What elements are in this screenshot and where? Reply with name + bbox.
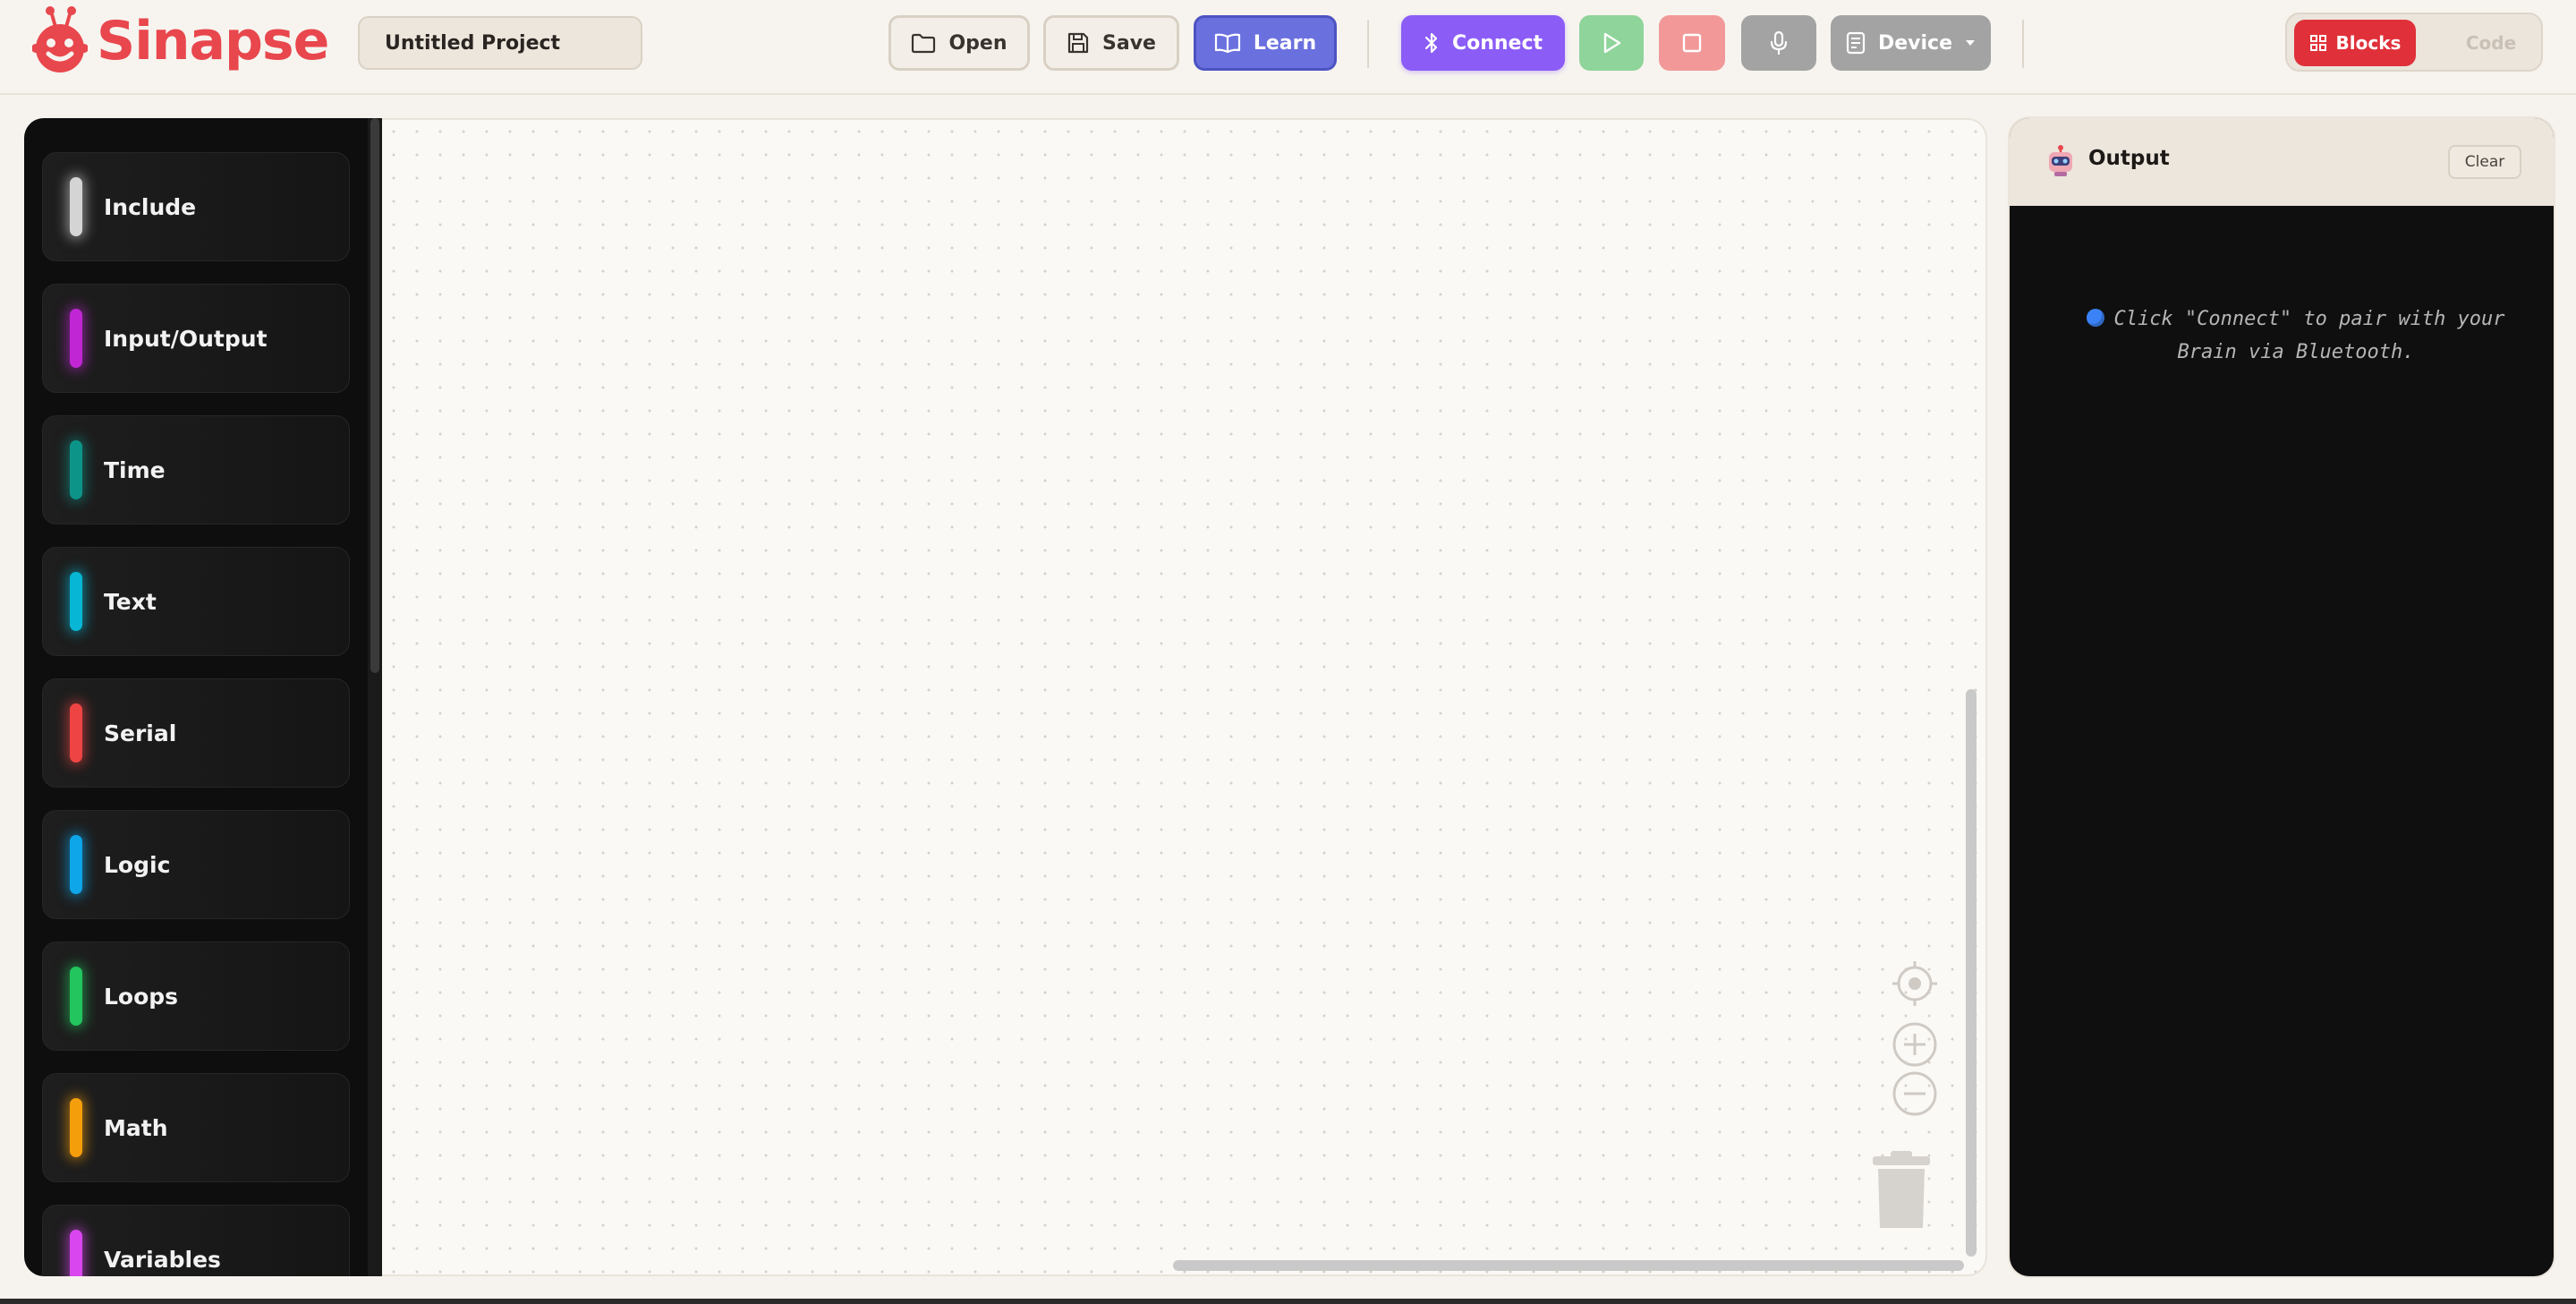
category-color-bar <box>70 703 82 763</box>
book-open-icon <box>1214 33 1240 54</box>
code-mode-button[interactable]: Code <box>2448 20 2534 66</box>
output-panel: Output Clear Click "Connect" to pair wit… <box>2010 118 2554 1276</box>
category-label: Input/Output <box>104 325 268 352</box>
status-dot-icon <box>2087 309 2105 327</box>
window-bottom-edge <box>0 1299 2576 1304</box>
blocks-mode-button[interactable]: Blocks <box>2294 20 2416 66</box>
brain-logo-icon <box>32 6 88 72</box>
category-color-bar <box>70 177 82 236</box>
project-name-input[interactable] <box>358 16 642 70</box>
toolbox-category-variables[interactable]: Variables <box>42 1205 350 1276</box>
recenter-icon[interactable] <box>1891 959 1939 1008</box>
save-label: Save <box>1102 31 1156 55</box>
category-color-bar <box>70 967 82 1026</box>
toolbox-scrollbar[interactable] <box>368 118 382 1276</box>
toolbox-category-text[interactable]: Text <box>42 547 350 656</box>
run-button[interactable] <box>1579 15 1644 71</box>
category-label: Include <box>104 193 197 220</box>
toolbox-scrollbar-thumb[interactable] <box>370 118 379 673</box>
bluetooth-icon <box>1424 32 1438 54</box>
category-color-bar <box>70 1230 82 1276</box>
category-color-bar <box>70 835 82 894</box>
category-label: Serial <box>104 720 177 746</box>
category-label: Logic <box>104 851 171 878</box>
device-label: Device <box>1877 31 1953 55</box>
logo: Sinapse <box>32 4 329 79</box>
toolbox-category-include[interactable]: Include <box>42 152 350 261</box>
trash-icon[interactable] <box>1871 1149 1932 1230</box>
microphone-icon <box>1770 30 1788 55</box>
toolbar-divider <box>1367 20 1369 68</box>
category-color-bar <box>70 1098 82 1157</box>
stop-button[interactable] <box>1659 15 1725 71</box>
top-bar: Sinapse Open Save Learn Connect Device B… <box>0 0 2576 95</box>
microphone-button[interactable] <box>1741 15 1816 71</box>
category-label: Variables <box>104 1246 221 1273</box>
blocks-workspace[interactable] <box>382 118 1987 1276</box>
open-label: Open <box>948 31 1007 55</box>
output-console: Click "Connect" to pair with your Brain … <box>2081 303 2511 369</box>
category-label: Loops <box>104 983 179 1010</box>
toolbox-category-loops[interactable]: Loops <box>42 942 350 1051</box>
toolbox-category-input-output[interactable]: Input/Output <box>42 284 350 393</box>
toolbox-category-time[interactable]: Time <box>42 415 350 524</box>
toolbox-category-serial[interactable]: Serial <box>42 678 350 788</box>
save-button[interactable]: Save <box>1043 15 1179 71</box>
zoom-in-icon[interactable] <box>1891 1020 1939 1069</box>
block-toolbox: Include Input/Output Time Text Serial Lo… <box>24 118 382 1276</box>
grid-icon <box>2309 35 2326 51</box>
workspace-vertical-scrollbar[interactable] <box>1966 689 1977 1257</box>
stop-icon <box>1682 33 1702 53</box>
output-title: Output <box>2088 147 2170 170</box>
device-dropdown[interactable]: Device <box>1831 15 1991 71</box>
play-icon <box>1603 32 1621 54</box>
toolbox-category-logic[interactable]: Logic <box>42 810 350 919</box>
workspace-horizontal-scrollbar[interactable] <box>1173 1260 1964 1271</box>
open-button[interactable]: Open <box>888 15 1030 71</box>
clear-output-button[interactable]: Clear <box>2448 145 2521 179</box>
robot-icon <box>2049 145 2072 176</box>
category-label: Math <box>104 1114 168 1141</box>
blocks-mode-label: Blocks <box>2335 32 2402 54</box>
save-icon <box>1067 32 1089 54</box>
category-color-bar <box>70 309 82 368</box>
toolbox-category-math[interactable]: Math <box>42 1073 350 1182</box>
category-label: Text <box>104 588 157 615</box>
device-icon <box>1846 31 1866 55</box>
output-header: Output Clear <box>2010 118 2554 206</box>
code-mode-label: Code <box>2465 32 2517 54</box>
category-color-bar <box>70 572 82 631</box>
toolbar-divider <box>2022 20 2024 68</box>
category-label: Time <box>104 456 166 483</box>
connect-label: Connect <box>1451 31 1543 55</box>
folder-icon <box>912 33 936 54</box>
learn-button[interactable]: Learn <box>1194 15 1337 71</box>
zoom-out-icon[interactable] <box>1891 1070 1939 1118</box>
app-name: Sinapse <box>97 10 329 72</box>
clear-label: Clear <box>2464 153 2505 171</box>
connect-button[interactable]: Connect <box>1401 15 1565 71</box>
learn-label: Learn <box>1253 31 1317 55</box>
output-message: Click "Connect" to pair with your Brain … <box>2113 308 2505 363</box>
category-color-bar <box>70 440 82 499</box>
mode-toggle: Blocks Code <box>2285 13 2543 72</box>
caret-down-icon <box>1966 40 1976 46</box>
